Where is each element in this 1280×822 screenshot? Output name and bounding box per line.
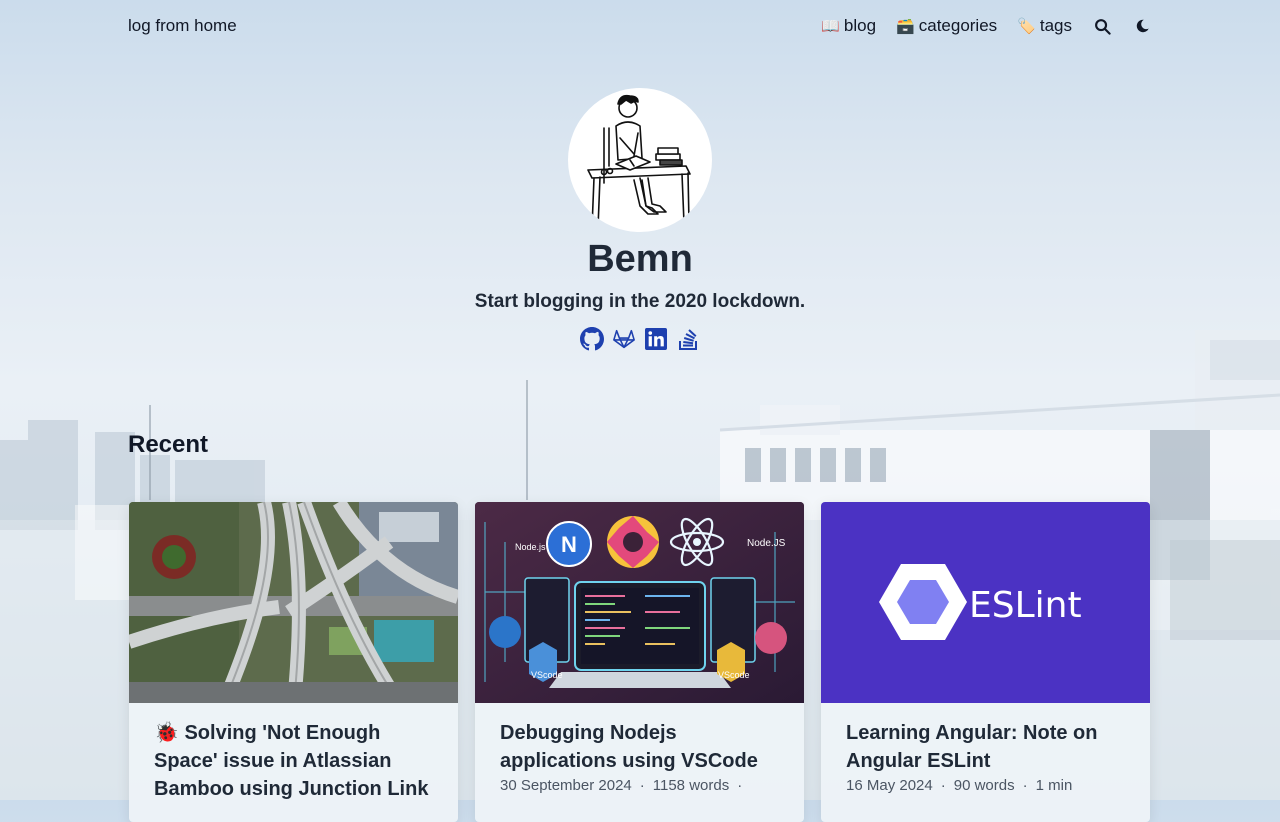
post-meta: 16 May 2024 · 90 words · 1 min <box>846 777 1125 794</box>
post-thumbnail-nodejs-vscode[interactable]: N Node.js Node.JS VScode VScode <box>475 502 804 703</box>
meta-separator: · <box>639 777 645 794</box>
post-card-body: Debugging Nodejs applications using VSCo… <box>475 703 804 810</box>
post-card-body: Learning Angular: Note on Angular ESLint… <box>821 703 1150 810</box>
post-title-text: Solving 'Not Enough Space' issue in Atla… <box>154 722 429 800</box>
post-thumbnail-highway[interactable] <box>129 502 458 703</box>
post-word-count: 90 words <box>953 777 1015 794</box>
post-card[interactable]: 🐞 Solving 'Not Enough Space' issue in At… <box>129 502 458 822</box>
label-tag-icon: 🏷️ <box>1017 18 1036 35</box>
book-icon: 📖 <box>821 18 840 35</box>
eslint-logo-text: ESLint <box>969 585 1082 626</box>
post-title[interactable]: Debugging Nodejs applications using VSCo… <box>500 719 779 775</box>
post-date: 16 May 2024 <box>846 777 933 794</box>
card-file-box-icon: 🗃️ <box>896 18 915 35</box>
social-links <box>0 327 1280 351</box>
linkedin-icon[interactable] <box>644 327 668 351</box>
nav-categories-label: categories <box>918 16 998 35</box>
nav-menu: 📖 blog 🗃️ categories 🏷️ tags <box>821 14 1152 38</box>
author-tagline: Start blogging in the 2020 lockdown. <box>474 291 806 312</box>
nodejs-side-label: Node.JS <box>747 538 786 549</box>
nav-categories-link[interactable]: 🗃️ categories <box>896 16 997 36</box>
post-meta: 30 September 2024 · 1158 words · <box>500 777 779 794</box>
meta-separator: · <box>737 777 743 794</box>
site-brand-link[interactable]: log from home <box>128 16 237 36</box>
author-name: Bemn <box>587 238 693 280</box>
post-card[interactable]: N Node.js Node.JS VScode VScode Debuggin… <box>475 502 804 822</box>
gitlab-icon[interactable] <box>612 327 636 351</box>
post-thumbnail-eslint[interactable]: ESLint <box>821 502 1150 703</box>
bug-emoji-icon: 🐞 <box>154 722 179 744</box>
github-icon[interactable] <box>580 327 604 351</box>
nav-tags-link[interactable]: 🏷️ tags <box>1017 16 1072 36</box>
vscode-left-label: VScode <box>531 670 563 680</box>
search-icon[interactable] <box>1092 14 1112 38</box>
nodejs-small-label: Node.js <box>515 542 546 552</box>
post-date: 30 September 2024 <box>500 777 632 794</box>
post-card[interactable]: ESLint Learning Angular: Note on Angular… <box>821 502 1150 822</box>
meta-separator: · <box>940 777 946 794</box>
moon-icon[interactable] <box>1132 14 1152 38</box>
nav-tags-label: tags <box>1039 16 1072 35</box>
post-read-time: 1 min <box>1035 777 1073 794</box>
nav-blog-label: blog <box>843 16 877 35</box>
n-logo-text: N <box>561 532 577 557</box>
profile-section: Bemn Start blogging in the 2020 lockdown… <box>0 88 1280 351</box>
post-word-count: 1158 words <box>652 777 730 794</box>
nav-blog-link[interactable]: 📖 blog <box>821 16 876 36</box>
post-title[interactable]: Learning Angular: Note on Angular ESLint <box>846 719 1125 775</box>
post-title[interactable]: 🐞 Solving 'Not Enough Space' issue in At… <box>154 719 433 803</box>
recent-posts-grid: 🐞 Solving 'Not Enough Space' issue in At… <box>129 502 1152 822</box>
vscode-right-label: VScode <box>718 670 750 680</box>
post-card-body: 🐞 Solving 'Not Enough Space' issue in At… <box>129 703 458 819</box>
stackoverflow-icon[interactable] <box>676 327 700 351</box>
avatar <box>568 88 712 232</box>
meta-separator: · <box>1022 777 1028 794</box>
recent-heading: Recent <box>128 431 209 458</box>
top-navbar: log from home 📖 blog 🗃️ categories 🏷️ ta… <box>0 0 1280 54</box>
